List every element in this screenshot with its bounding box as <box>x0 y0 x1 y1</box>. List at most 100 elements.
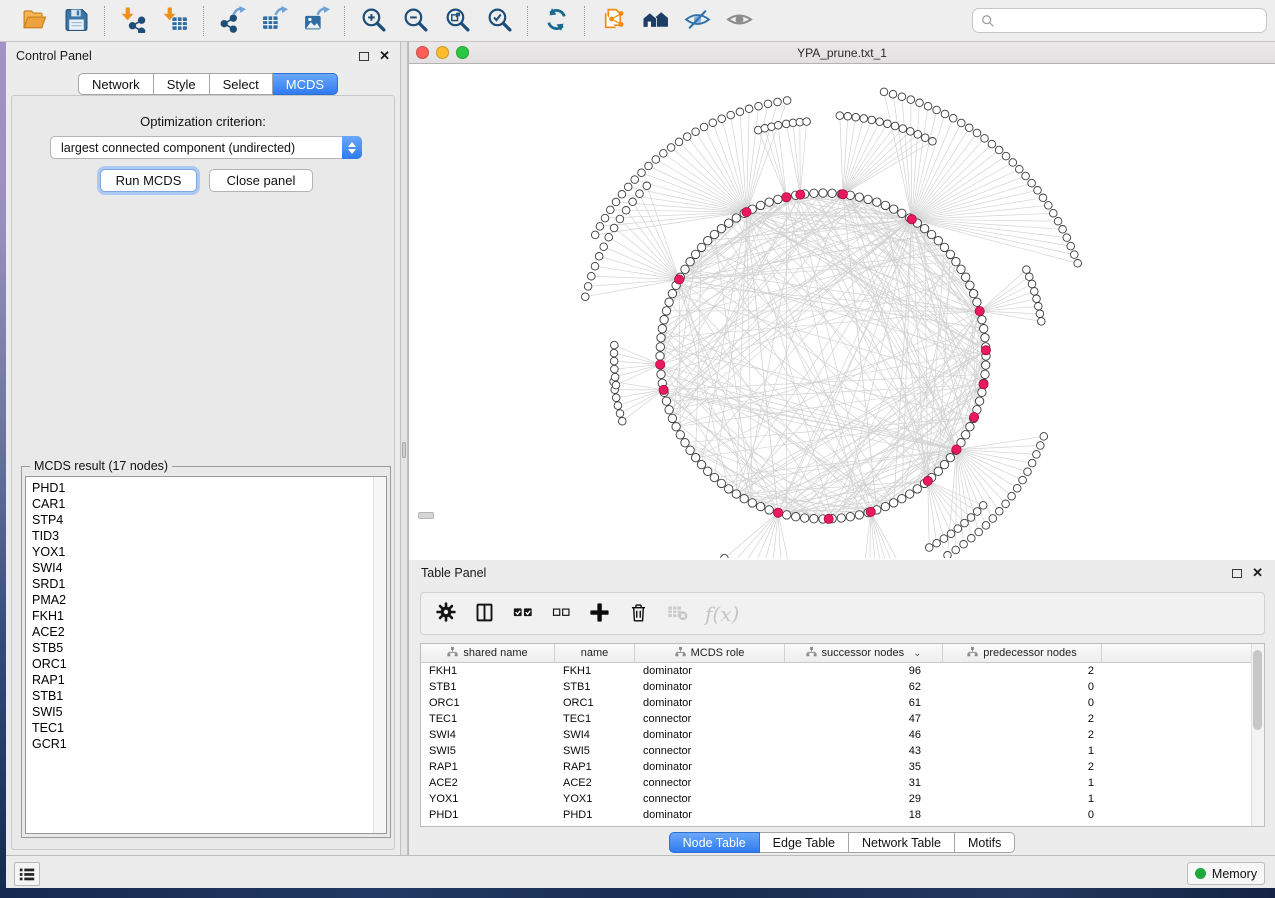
table-row[interactable]: STB1STB1dominator620 <box>421 679 1264 695</box>
cell-name[interactable]: TEC1 <box>555 711 635 727</box>
zoom-selected-button[interactable] <box>483 5 515 37</box>
duplicate-network-button[interactable] <box>597 5 629 37</box>
zoom-in-button[interactable] <box>357 5 389 37</box>
cell-successor-nodes[interactable]: 96 <box>785 663 943 679</box>
network-view-window[interactable]: YPA_prune.txt_1 <box>408 42 1275 560</box>
cell-name[interactable]: YOX1 <box>555 791 635 807</box>
cell-name[interactable]: FKH1 <box>555 663 635 679</box>
cell-shared-name[interactable]: SWI5 <box>421 743 555 759</box>
table-row[interactable]: SWI4SWI4dominator462 <box>421 727 1264 743</box>
cell-name[interactable]: SWI5 <box>555 743 635 759</box>
tab-network[interactable]: Network <box>78 73 154 95</box>
tab-node-table[interactable]: Node Table <box>669 832 760 853</box>
table-row[interactable]: ORC1ORC1dominator610 <box>421 695 1264 711</box>
cell-shared-name[interactable]: ORC1 <box>421 695 555 711</box>
cell-successor-nodes[interactable]: 46 <box>785 727 943 743</box>
splitter-grip-horizontal-icon[interactable] <box>418 512 434 519</box>
cell-successor-nodes[interactable]: 29 <box>785 791 943 807</box>
cell-predecessor-nodes[interactable]: 2 <box>943 727 1102 743</box>
cell-predecessor-nodes[interactable]: 2 <box>943 711 1102 727</box>
float-table-panel-icon[interactable] <box>1232 569 1242 578</box>
table-row[interactable]: SWI5SWI5connector431 <box>421 743 1264 759</box>
column-header-shared-name[interactable]: shared name <box>421 644 555 662</box>
splitter-grip-icon[interactable] <box>402 442 406 458</box>
cell-shared-name[interactable]: ACE2 <box>421 775 555 791</box>
tab-edge-table[interactable]: Edge Table <box>760 832 849 853</box>
mcds-result-item[interactable]: STP4 <box>32 512 386 528</box>
cell-MCDS-role[interactable]: dominator <box>635 727 785 743</box>
memory-button[interactable]: Memory <box>1187 862 1265 885</box>
table-scrollbar-thumb[interactable] <box>1253 650 1262 730</box>
close-panel-icon[interactable]: ✕ <box>379 51 390 61</box>
cell-name[interactable]: PHD1 <box>555 807 635 823</box>
tab-network-table[interactable]: Network Table <box>849 832 955 853</box>
show-all-button[interactable] <box>723 5 755 37</box>
export-table-button[interactable] <box>258 5 290 37</box>
cell-predecessor-nodes[interactable]: 0 <box>943 679 1102 695</box>
mcds-result-item[interactable]: YOX1 <box>32 544 386 560</box>
tab-style[interactable]: Style <box>154 73 210 95</box>
cell-predecessor-nodes[interactable]: 1 <box>943 743 1102 759</box>
mcds-list-scrollbar[interactable] <box>373 477 386 833</box>
columns-button[interactable] <box>474 599 495 629</box>
import-table-button[interactable] <box>159 5 191 37</box>
cell-name[interactable]: SWI4 <box>555 727 635 743</box>
save-button[interactable] <box>60 5 92 37</box>
export-network-button[interactable] <box>216 5 248 37</box>
cell-MCDS-role[interactable]: connector <box>635 743 785 759</box>
mcds-result-item[interactable]: SWI4 <box>32 560 386 576</box>
cell-successor-nodes[interactable]: 35 <box>785 759 943 775</box>
column-header-predecessor-nodes[interactable]: predecessor nodes <box>943 644 1102 662</box>
first-neighbors-button[interactable] <box>639 5 671 37</box>
mcds-result-item[interactable]: PHD1 <box>32 480 386 496</box>
cell-successor-nodes[interactable]: 47 <box>785 711 943 727</box>
cell-name[interactable]: ACE2 <box>555 775 635 791</box>
cell-predecessor-nodes[interactable]: 0 <box>943 807 1102 823</box>
table-row[interactable]: FKH1FKH1dominator962 <box>421 663 1264 679</box>
mcds-result-item[interactable]: STB1 <box>32 688 386 704</box>
node-table[interactable]: shared namenameMCDS rolesuccessor nodes⌄… <box>420 643 1265 827</box>
table-scrollbar[interactable] <box>1251 644 1264 826</box>
network-window-titlebar[interactable]: YPA_prune.txt_1 <box>409 42 1275 64</box>
cell-MCDS-role[interactable]: connector <box>635 791 785 807</box>
cell-successor-nodes[interactable]: 62 <box>785 679 943 695</box>
mcds-result-item[interactable]: FKH1 <box>32 608 386 624</box>
cell-predecessor-nodes[interactable]: 1 <box>943 791 1102 807</box>
cell-name[interactable]: RAP1 <box>555 759 635 775</box>
export-image-button[interactable] <box>300 5 332 37</box>
zoom-fit-button[interactable] <box>441 5 473 37</box>
mcds-result-item[interactable]: GCR1 <box>32 736 386 752</box>
mcds-result-item[interactable]: STB5 <box>32 640 386 656</box>
table-row[interactable]: PHD1PHD1dominator180 <box>421 807 1264 823</box>
cell-shared-name[interactable]: FKH1 <box>421 663 555 679</box>
cell-shared-name[interactable]: SWI4 <box>421 727 555 743</box>
cell-MCDS-role[interactable]: dominator <box>635 759 785 775</box>
cell-shared-name[interactable]: YOX1 <box>421 791 555 807</box>
tab-select[interactable]: Select <box>210 73 273 95</box>
search-input[interactable] <box>1000 14 1258 28</box>
table-row[interactable]: RAP1RAP1dominator352 <box>421 759 1264 775</box>
cell-successor-nodes[interactable]: 43 <box>785 743 943 759</box>
mcds-result-item[interactable]: RAP1 <box>32 672 386 688</box>
cell-predecessor-nodes[interactable]: 0 <box>943 695 1102 711</box>
cell-successor-nodes[interactable]: 61 <box>785 695 943 711</box>
zoom-out-button[interactable] <box>399 5 431 37</box>
table-row[interactable]: TEC1TEC1connector472 <box>421 711 1264 727</box>
open-file-button[interactable] <box>18 5 50 37</box>
mcds-result-item[interactable]: SWI5 <box>32 704 386 720</box>
settings-button[interactable] <box>435 599 457 629</box>
tab-mcds[interactable]: MCDS <box>273 73 338 95</box>
table-row[interactable]: YOX1YOX1connector291 <box>421 791 1264 807</box>
mcds-result-item[interactable]: ACE2 <box>32 624 386 640</box>
cell-MCDS-role[interactable]: dominator <box>635 679 785 695</box>
hide-selected-button[interactable] <box>681 5 713 37</box>
cell-MCDS-role[interactable]: connector <box>635 775 785 791</box>
cell-MCDS-role[interactable]: dominator <box>635 663 785 679</box>
cell-predecessor-nodes[interactable]: 2 <box>943 759 1102 775</box>
column-header-name[interactable]: name <box>555 644 635 662</box>
column-header-MCDS-role[interactable]: MCDS role <box>635 644 785 662</box>
mcds-result-item[interactable]: ORC1 <box>32 656 386 672</box>
task-history-button[interactable] <box>14 862 40 886</box>
column-header-successor-nodes[interactable]: successor nodes⌄ <box>785 644 943 662</box>
network-graph-canvas[interactable] <box>409 64 1274 558</box>
